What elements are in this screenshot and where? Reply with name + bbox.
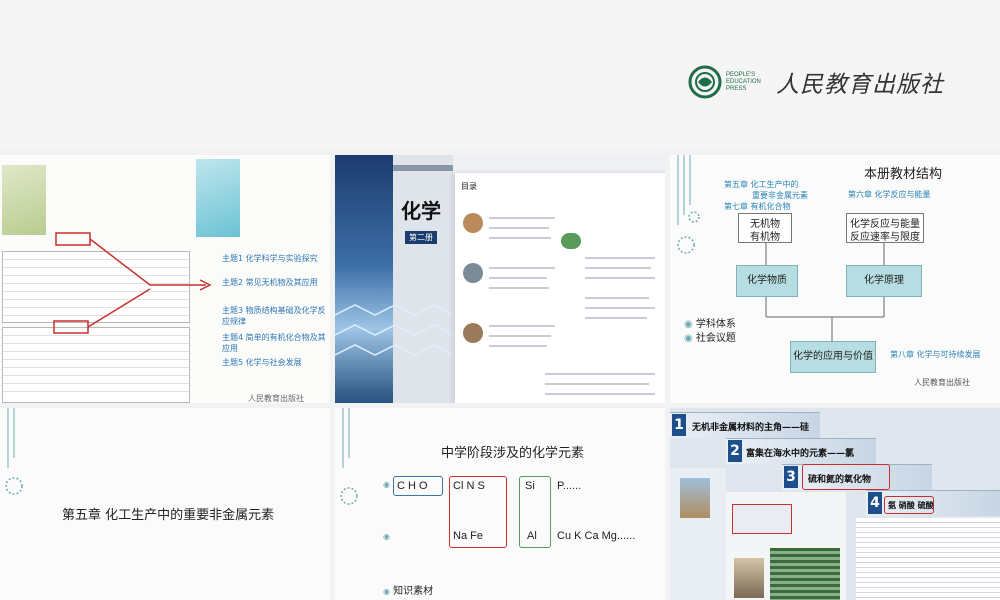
slide3-footer: 人民教育出版社 [914, 378, 970, 387]
theme-3: 主题3 物质结构基础及化学反应规律 [222, 306, 326, 326]
elements-cu-k-ca-mg: Cu K Ca Mg...... [557, 530, 636, 542]
elements-cl-n-s: Cl N S [453, 480, 485, 492]
section-label-1: 无机非金属材料的主角——硅 [692, 423, 810, 433]
publisher-logo: PEOPLE'S EDUCATION PRESS 人民教育出版社 [688, 62, 948, 102]
publisher-name-cn: 人民教育出版社 [776, 72, 944, 98]
flower-ornament-icon [5, 408, 23, 495]
slide1-footer: 人民教育出版社 [248, 394, 304, 403]
bullet-icon: ◉ [383, 480, 390, 489]
knowledge-materials-bullet: ◉ 知识素材 [383, 586, 434, 597]
chapter-5-title: 第五章 化工生产中的重要非金属元素 [62, 508, 275, 523]
textbook-page-right [856, 518, 1000, 600]
section-label-3: 硫和氮的氧化物 [808, 475, 872, 485]
theme-1: 主题1 化学科学与实验探究 [222, 254, 318, 263]
theme-5: 主题5 化学与社会发展 [222, 358, 302, 367]
toc-image-4 [561, 233, 581, 249]
section-number-4: 4 [868, 492, 882, 514]
elements-al: Al [527, 530, 537, 542]
elements-si: Si [525, 480, 535, 492]
scientist-portrait [734, 558, 764, 598]
slide-thumbnail-3[interactable]: 本册教材结构 第五章 化工生产中的 重要非金属元素 第七章 有机化合物 第六章 … [670, 155, 1000, 403]
slide-sorter-view: PEOPLE'S EDUCATION PRESS 人民教育出版社 主题1 化学科… [0, 0, 1000, 600]
bullet-icon: ◉ [383, 532, 390, 541]
hexagon-lattice-graphic [335, 304, 453, 356]
section-label-4: 氨 硝酸 硫酸 [888, 501, 934, 510]
bullet-subject-system: ◉ 学科体系 [684, 319, 736, 330]
theme-4: 主题4 简单的有机化合物及其应用 [222, 333, 326, 353]
mountain-photo [680, 478, 710, 518]
structure-connectors [765, 243, 885, 341]
elements-title: 中学阶段涉及的化学元素 [441, 446, 585, 461]
toc-image-2 [463, 263, 483, 283]
data-table [770, 548, 840, 600]
highlight-box-red [732, 504, 792, 534]
theme-2: 主题2 常见无机物及其应用 [222, 278, 318, 287]
flower-ornament-icon [340, 408, 358, 505]
elements-cho: C H O [397, 480, 428, 492]
book-title: 化学 [401, 199, 441, 223]
section-number-1: 1 [672, 414, 686, 436]
elements-na-fe: Na Fe [453, 530, 483, 542]
publisher-name-en: PEOPLE'S EDUCATION PRESS [726, 71, 761, 92]
section-label-2: 富集在海水中的元素——氯 [746, 449, 855, 459]
pep-emblem-icon [688, 65, 722, 99]
title-slide-header: PEOPLE'S EDUCATION PRESS 人民教育出版社 [0, 0, 1000, 148]
elements-p: P...... [557, 480, 582, 492]
slide-thumbnail-2[interactable]: 化学 第二册 目录 [335, 155, 665, 403]
toc-title: 目录 [461, 182, 477, 191]
slide-thumbnail-5[interactable]: 中学阶段涉及的化学元素 ◉ C H O Cl N S Si P...... ◉ … [335, 408, 665, 600]
toc-image-3 [463, 323, 483, 343]
slide-thumbnail-1[interactable]: 主题1 化学科学与实验探究 主题2 常见无机物及其应用 主题3 物质结构基础及化… [0, 155, 330, 403]
table-of-contents-page: 目录 [455, 173, 665, 403]
bullet-social-issues: ◉ 社会议题 [684, 333, 736, 344]
chapter-8-label: 第八章 化学与可持续发展 [890, 350, 981, 359]
slide-thumbnail-6[interactable]: 1 无机非金属材料的主角——硅 2 富集在海水中的元素——氯 3 硫和氮的氧化物… [670, 408, 1000, 600]
toc-image-1 [463, 213, 483, 233]
slide-thumbnail-4[interactable]: 第五章 化工生产中的重要非金属元素 [0, 408, 330, 600]
book-volume: 第二册 [405, 231, 437, 244]
section-number-3: 3 [784, 466, 798, 488]
section-number-2: 2 [728, 440, 742, 462]
